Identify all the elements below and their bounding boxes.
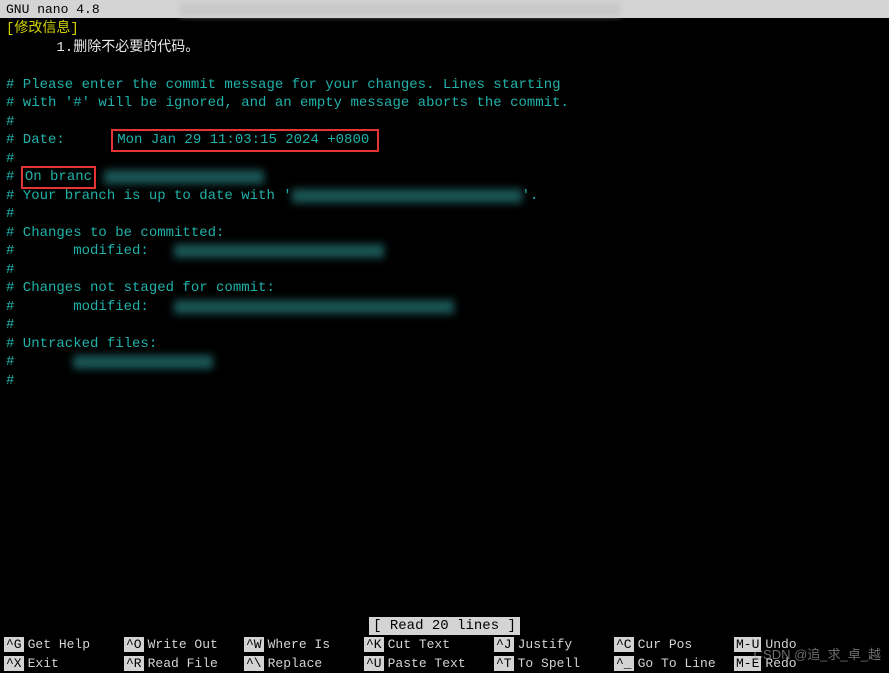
header-line: [修改信息] [6,20,883,39]
help-item[interactable]: ^R Read File [124,656,244,671]
changes-commit-line: # Changes to be committed: [6,224,883,243]
help-key: ^K [364,637,384,652]
changes-not-staged-line: # Changes not staged for commit: [6,279,883,298]
untracked-line: # Untracked files: [6,335,883,354]
help-label: Paste Text [388,656,466,671]
status-text: [ Read 20 lines ] [369,617,520,635]
help-key: ^O [124,637,144,652]
help-label: To Spell [518,656,580,671]
help-label: Write Out [148,637,218,652]
help-key: ^\ [244,656,264,671]
help-key: ^U [364,656,384,671]
help-item[interactable]: ^K Cut Text [364,637,494,652]
help-label: Go To Line [638,656,716,671]
help-label: Get Help [28,637,90,652]
help-key: ^X [4,656,24,671]
help-label: Read File [148,656,218,671]
help-item[interactable]: ^_ Go To Line [614,656,734,671]
help-key: ^W [244,637,264,652]
content-line-1: 1.删除不必要的代码。 [6,39,883,58]
help-item[interactable]: ^U Paste Text [364,656,494,671]
modified-line: # modified: [6,242,883,261]
date-line: # Date: Mon Jan 29 11:03:15 2024 +0800 [6,131,883,150]
status-bar: [ Read 20 lines ] [0,617,889,635]
help-key: ^T [494,656,514,671]
help-key: ^J [494,637,514,652]
help-item[interactable]: ^T To Spell [494,656,614,671]
help-label: Cut Text [388,637,450,652]
comment-line: # [6,372,883,391]
title-bar-filename-censored [180,3,620,16]
branch-highlight-box: On branc [21,166,96,189]
title-bar: GNU nano 4.8 [0,0,889,18]
date-highlight-box: Mon Jan 29 11:03:15 2024 +0800 [111,129,379,152]
help-key: ^_ [614,656,634,671]
help-item[interactable]: ^C Cur Pos [614,637,734,652]
blank [96,168,104,187]
help-label: Where Is [268,637,330,652]
comment-line: # [6,261,883,280]
untracked-file-line: # [6,353,883,372]
date-label: # Date: [6,131,115,150]
censored-filename [73,355,213,369]
modified-prefix: # modified: [6,242,174,261]
branch-status-line: # Your branch is up to date with ' '. [6,187,883,206]
help-label: Exit [28,656,59,671]
comment-line: # with '#' will be ignored, and an empty… [6,94,883,113]
help-item[interactable]: ^O Write Out [124,637,244,652]
help-label: Justify [518,637,573,652]
censored-filename [174,244,384,258]
branch-line: # On branc [6,168,883,187]
help-key: ^R [124,656,144,671]
censored-remote-name [292,189,522,203]
comment-line: # [6,316,883,335]
modified-prefix: # modified: [6,298,174,317]
blank-line [6,57,883,76]
comment-line: # [6,205,883,224]
help-item[interactable]: ^J Justify [494,637,614,652]
help-key: ^G [4,637,24,652]
branch-suffix: '. [522,187,539,206]
app-name: GNU nano 4.8 [6,2,100,17]
censored-filename [174,300,454,314]
editor-area[interactable]: [修改信息] 1.删除不必要的代码。 # Please enter the co… [0,18,889,392]
help-item[interactable]: ^X Exit [4,656,124,671]
help-item[interactable]: ^G Get Help [4,637,124,652]
help-item[interactable]: ^\ Replace [244,656,364,671]
help-label: Replace [268,656,323,671]
help-item[interactable]: ^W Where Is [244,637,364,652]
watermark: CSDN @追_求_卓_越 [754,644,881,663]
censored-branch-name [104,170,264,184]
untracked-prefix: # [6,353,73,372]
comment-line: # [6,150,883,169]
modified-line: # modified: [6,298,883,317]
help-label: Cur Pos [638,637,693,652]
help-key: ^C [614,637,634,652]
branch-status-text: # Your branch is up to date with ' [6,187,292,206]
comment-line: # Please enter the commit message for yo… [6,76,883,95]
